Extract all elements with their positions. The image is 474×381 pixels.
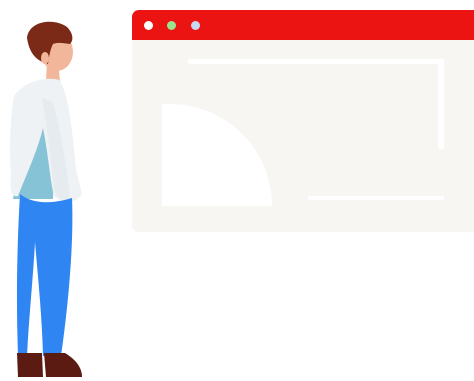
placeholder-bar-right bbox=[438, 61, 444, 149]
placeholder-quarter-shape bbox=[162, 104, 272, 206]
window-minimize-dot bbox=[167, 21, 176, 30]
window-maximize-dot bbox=[191, 21, 200, 30]
placeholder-line-bottom bbox=[308, 196, 444, 200]
browser-titlebar bbox=[132, 10, 474, 40]
browser-window-illustration bbox=[132, 10, 474, 232]
person-ear bbox=[41, 52, 49, 64]
person-left-shoe bbox=[17, 353, 43, 377]
window-close-dot bbox=[144, 21, 153, 30]
person-illustration bbox=[10, 21, 82, 377]
person-pants bbox=[16, 194, 73, 356]
placeholder-line-top bbox=[188, 59, 444, 64]
person-right-shoe bbox=[44, 353, 82, 377]
